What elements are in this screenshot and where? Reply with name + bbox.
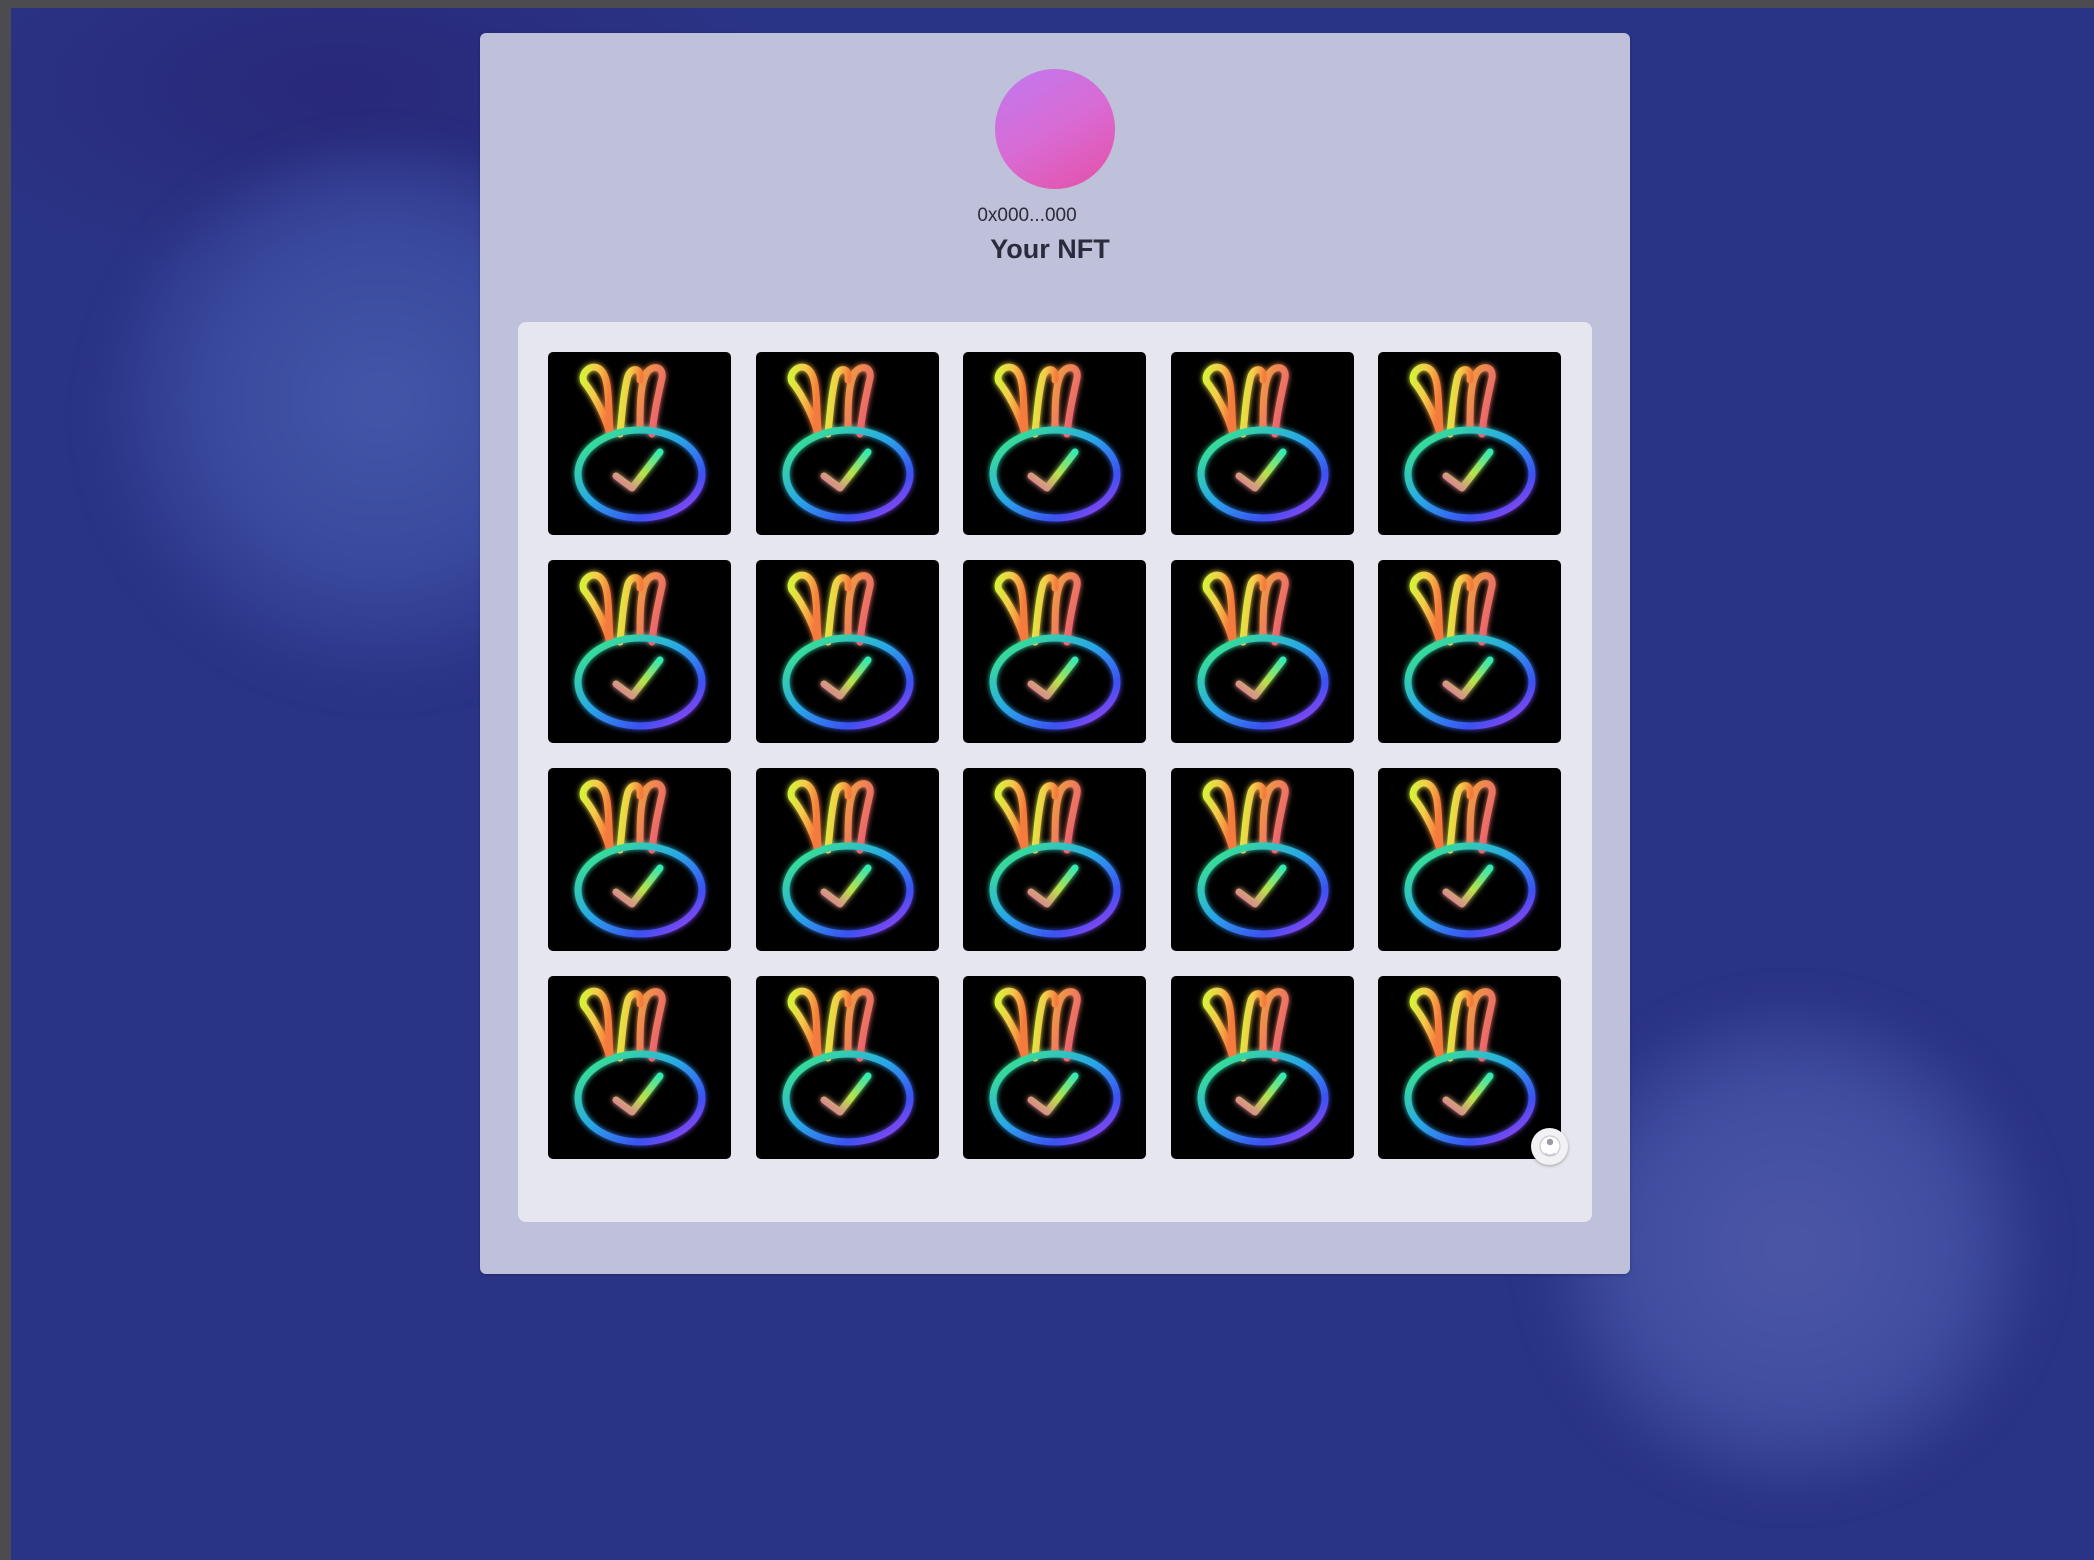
neon-bunny-check-icon — [574, 363, 706, 522]
neon-bunny-check-icon — [1404, 987, 1536, 1146]
nft-grid-panel — [518, 322, 1592, 1222]
nft-tile[interactable] — [548, 352, 731, 535]
nft-tile[interactable] — [755, 976, 939, 1159]
nft-tile[interactable] — [755, 560, 939, 743]
nft-tile[interactable] — [548, 560, 731, 743]
avatar[interactable] — [995, 69, 1115, 189]
wallet-address: 0x000...000 — [977, 205, 1077, 226]
nft-tile[interactable] — [548, 768, 731, 951]
nft-tile[interactable] — [1378, 976, 1561, 1159]
window-top-border — [0, 0, 2094, 8]
nft-grid — [548, 352, 1561, 1159]
neon-bunny-check-icon — [989, 779, 1121, 938]
neon-bunny-check-icon — [1197, 779, 1328, 938]
neon-bunny-check-icon — [1404, 779, 1536, 938]
nft-profile-card: 0x000...000 Your NFT — [480, 33, 1630, 1274]
nft-tile[interactable] — [1170, 768, 1354, 951]
neon-bunny-check-icon — [574, 571, 706, 730]
chat-bubble-icon — [1538, 1134, 1561, 1157]
neon-bunny-check-icon — [1197, 987, 1328, 1146]
nft-tile[interactable] — [1378, 768, 1561, 951]
neon-bunny-check-icon — [782, 363, 913, 522]
neon-bunny-check-icon — [782, 571, 913, 730]
neon-bunny-check-icon — [989, 363, 1121, 522]
nft-tile[interactable] — [963, 976, 1146, 1159]
neon-bunny-check-icon — [782, 779, 913, 938]
neon-bunny-check-icon — [574, 779, 706, 938]
neon-bunny-check-icon — [1404, 363, 1536, 522]
nft-tile[interactable] — [548, 976, 731, 1159]
nft-tile[interactable] — [755, 352, 939, 535]
nft-tile[interactable] — [1170, 976, 1354, 1159]
nft-tile[interactable] — [1170, 560, 1354, 743]
window-left-border — [0, 0, 11, 1560]
page-title: Your NFT — [990, 234, 1110, 264]
chat-button[interactable] — [1531, 1128, 1568, 1165]
neon-bunny-check-icon — [574, 987, 706, 1146]
nft-tile[interactable] — [755, 768, 939, 951]
nft-tile[interactable] — [963, 560, 1146, 743]
neon-bunny-check-icon — [782, 987, 913, 1146]
nft-tile[interactable] — [1170, 352, 1354, 535]
neon-bunny-check-icon — [1404, 571, 1536, 730]
nft-tile[interactable] — [963, 352, 1146, 535]
neon-bunny-check-icon — [1197, 363, 1328, 522]
nft-tile[interactable] — [963, 768, 1146, 951]
neon-bunny-check-icon — [1197, 571, 1328, 730]
neon-bunny-check-icon — [989, 571, 1121, 730]
nft-tile[interactable] — [1378, 352, 1561, 535]
nft-tile[interactable] — [1378, 560, 1561, 743]
neon-bunny-check-icon — [989, 987, 1121, 1146]
